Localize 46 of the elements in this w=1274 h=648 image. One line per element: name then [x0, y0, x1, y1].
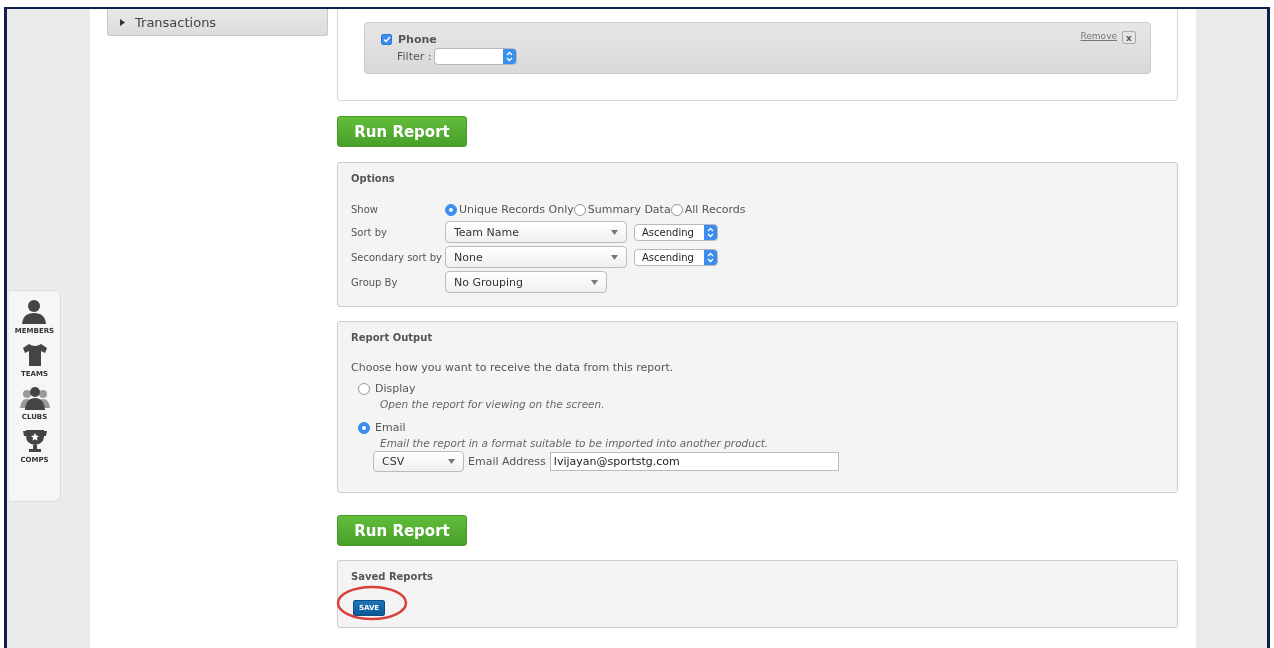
dropdown-caret-icon — [611, 254, 618, 260]
filter-name: Phone — [398, 33, 437, 46]
panel-title: Options — [351, 173, 396, 184]
radio-button[interactable] — [358, 421, 370, 434]
panel-title: Saved Reports — [351, 571, 435, 582]
radio-label: All Records — [684, 203, 746, 216]
format-select[interactable]: CSV — [373, 451, 464, 472]
stepper-icon — [704, 224, 717, 240]
remove-link[interactable]: Remove — [1080, 31, 1117, 41]
filter-select[interactable] — [434, 48, 518, 65]
radio-label: Display — [375, 382, 416, 395]
group-icon — [19, 385, 50, 410]
email-field[interactable]: lvijayan@sportstg.com — [549, 452, 839, 471]
highlight-ellipse — [336, 584, 408, 622]
radio-button[interactable] — [670, 203, 683, 216]
filter-label: Filter : — [397, 50, 432, 63]
group-select[interactable]: No Grouping — [445, 271, 607, 293]
dropdown-caret-icon — [448, 459, 455, 464]
sidebar-menu-item[interactable]: Transactions — [107, 9, 328, 36]
option-description: Email the report in a format suitable to be imported into another product. — [380, 437, 770, 449]
option-description: Open the report for viewing on the screen. — [380, 398, 606, 410]
stepper-icon — [503, 49, 517, 64]
dropdown-caret-icon — [591, 279, 598, 285]
panel-title: Report Output — [351, 332, 434, 343]
check-icon — [382, 36, 391, 43]
field-label: Secondary sort by — [351, 251, 443, 263]
expand-caret-icon — [120, 18, 125, 26]
field-label: Show — [351, 204, 379, 215]
field-label: Group By — [351, 276, 399, 288]
instruction-text: Choose how you want to receive the data from this report. — [351, 361, 675, 374]
stepper-icon — [704, 249, 717, 265]
field-label: Sort by — [351, 226, 388, 238]
order-select[interactable]: Ascending — [634, 223, 718, 241]
radio-button[interactable] — [573, 203, 586, 216]
order-select[interactable]: Ascending — [634, 248, 718, 266]
remove-button[interactable]: x — [1122, 31, 1136, 44]
dropdown-caret-icon — [611, 229, 618, 235]
sort-select[interactable]: Team Name — [445, 221, 627, 243]
field-label: Email Address — [468, 455, 546, 468]
radio-button[interactable] — [358, 382, 370, 395]
radio-label: Summary Data — [587, 203, 671, 216]
sort-select[interactable]: None — [445, 246, 627, 268]
radio-label: Unique Records Only — [459, 203, 574, 216]
radio-label: Email — [375, 421, 406, 434]
radio-button[interactable] — [445, 203, 457, 216]
checkbox[interactable] — [381, 34, 392, 45]
